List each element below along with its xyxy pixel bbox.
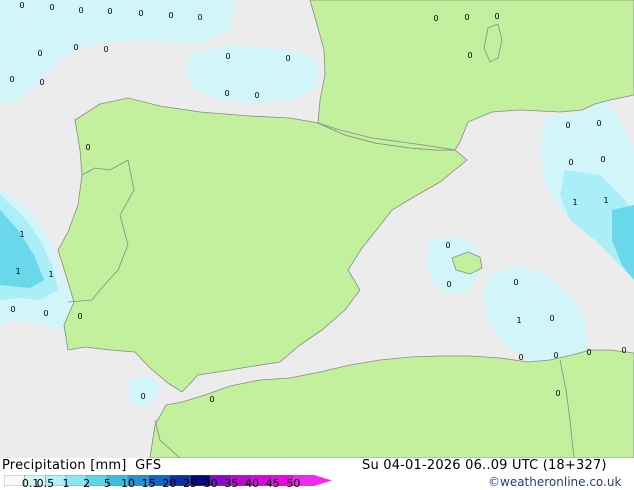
value-label: 0 [224, 89, 229, 98]
value-label: 1 [19, 230, 24, 239]
value-label: 0 [43, 309, 48, 318]
value-label: 0 [78, 6, 83, 15]
value-label: 0 [555, 389, 560, 398]
value-label: 0 [565, 121, 570, 130]
value-label: 0 [85, 143, 90, 152]
scale-tick-label: 45 [265, 477, 280, 490]
value-label: 0 [168, 11, 173, 20]
scale-tick-label: 20 [162, 477, 177, 490]
value-label: 0 [518, 353, 523, 362]
value-label: 0 [9, 75, 14, 84]
value-label: 1 [516, 316, 521, 325]
credit-link[interactable]: ©weatheronline.co.uk [488, 475, 621, 489]
value-label: 0 [138, 9, 143, 18]
value-label: 0 [568, 158, 573, 167]
value-label: 0 [433, 14, 438, 23]
scale-tick-label: 5 [103, 477, 111, 490]
value-label: 0 [197, 13, 202, 22]
value-label: 0 [467, 51, 472, 60]
value-label: 0 [596, 119, 601, 128]
model-label: GFS [135, 458, 162, 473]
value-label: 0 [254, 91, 259, 100]
scale-tick-label: 30 [203, 477, 218, 490]
precipitation-map: 0 0 0 0 0 0 0 0 0 0 0 0 0 0 0 0 0 0 0 0 … [0, 0, 634, 458]
scale-tick-label: 10 [121, 477, 135, 490]
value-label: 0 [107, 7, 112, 16]
value-label: 0 [445, 241, 450, 250]
value-label: 0 [513, 278, 518, 287]
value-label: 1 [48, 270, 53, 279]
scale-tick-label: 15 [141, 477, 156, 490]
value-label: 1 [603, 196, 608, 205]
product-label: Precipitation [mm] [2, 458, 127, 473]
value-label: 0 [225, 52, 230, 61]
legend-footer: Precipitation [mm] GFS Su 04-01-2026 06.… [0, 458, 634, 490]
value-label: 0 [140, 392, 145, 401]
value-label: 0 [209, 395, 214, 404]
scale-tick-label: 25 [183, 477, 197, 490]
value-label: 0 [73, 43, 78, 52]
value-label: 0 [10, 305, 15, 314]
value-label: 0 [39, 78, 44, 87]
value-label: 0 [464, 13, 469, 22]
value-label: 1 [572, 198, 577, 207]
scale-arrow [314, 475, 332, 486]
value-label: 1 [15, 267, 20, 276]
scale-tick-label: 40 [245, 477, 259, 490]
value-label: 0 [103, 45, 108, 54]
value-label: 0 [553, 351, 558, 360]
value-label: 0 [19, 1, 24, 10]
value-label: 0 [600, 155, 605, 164]
value-label: 0 [285, 54, 290, 63]
value-label: 0 [49, 3, 54, 12]
valid-time: Su 04-01-2026 06..09 UTC (18+327) [362, 458, 607, 473]
value-label: 0 [621, 346, 626, 355]
scale-tick-label: 0.5 [36, 477, 55, 490]
scale-tick-label: 1 [62, 477, 70, 490]
scale-tick-label: 35 [224, 477, 239, 490]
value-label: 0 [586, 348, 591, 357]
value-label: 0 [549, 314, 554, 323]
value-label: 0 [494, 12, 499, 21]
scale-tick-label: 2 [83, 477, 91, 490]
scale-tick-label: 50 [286, 477, 301, 490]
map-title: Precipitation [mm] GFS [2, 459, 161, 473]
value-label: 0 [446, 280, 451, 289]
value-label: 0 [77, 312, 82, 321]
value-label: 0 [37, 49, 42, 58]
